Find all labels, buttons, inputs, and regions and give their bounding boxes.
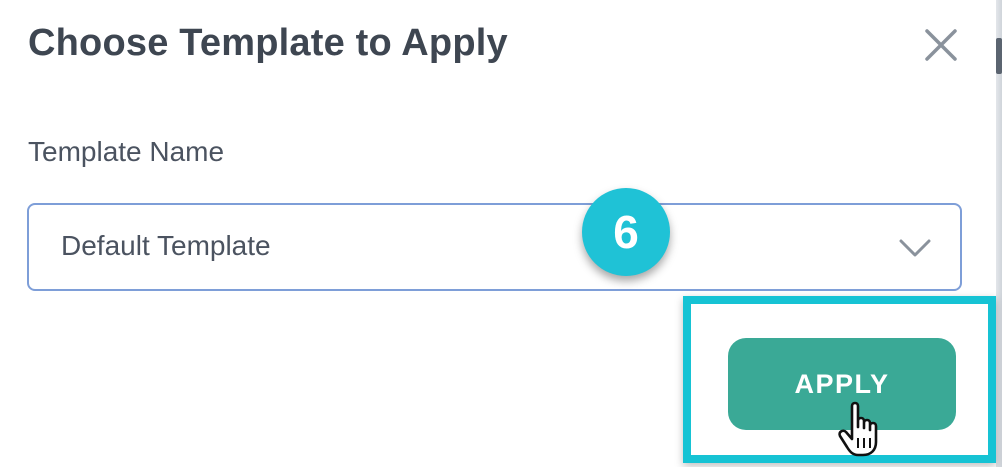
step-number-badge: 6 (582, 188, 670, 276)
chevron-down-icon (899, 239, 931, 257)
background-edge-mark (996, 38, 1002, 74)
template-select[interactable]: Default Template (27, 203, 962, 291)
close-button[interactable] (918, 22, 964, 68)
template-select-value: Default Template (61, 230, 271, 261)
dialog: Choose Template to Apply Template Name D… (0, 0, 1002, 467)
background-edge (996, 0, 1002, 467)
apply-button[interactable]: APPLY (728, 338, 956, 430)
template-name-label: Template Name (28, 136, 225, 167)
dialog-title: Choose Template to Apply (28, 22, 508, 64)
close-icon (925, 29, 957, 61)
